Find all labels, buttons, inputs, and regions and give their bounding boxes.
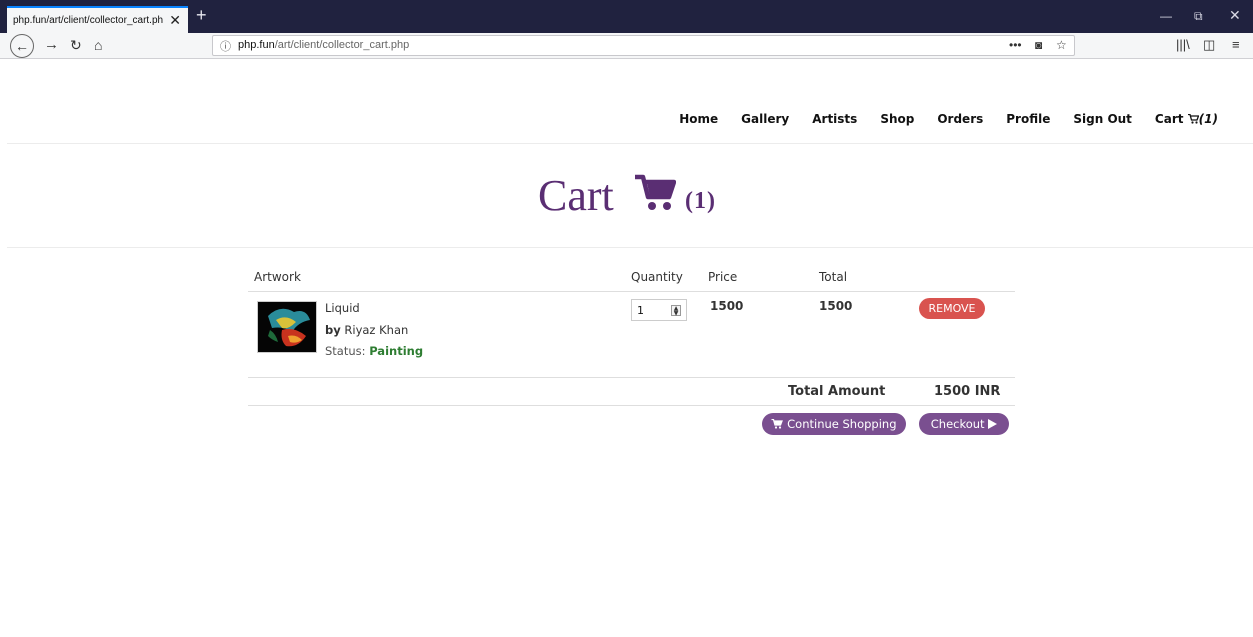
tab-title: php.fun/art/client/collector_cart.ph	[13, 15, 164, 26]
table-divider	[248, 405, 1015, 406]
quantity-value: 1	[637, 304, 644, 317]
header-artwork: Artwork	[254, 270, 301, 284]
cart-icon	[771, 419, 784, 429]
checkout-label: Checkout	[930, 417, 985, 431]
browser-toolbar: ← → ↻ ⌂ ⓘ php.fun/art/client/collector_c…	[0, 33, 1253, 59]
site-nav: Home Gallery Artists Shop Orders Profile…	[679, 112, 1218, 126]
artwork-name[interactable]: Liquid	[325, 301, 360, 315]
nav-cart[interactable]: Cart (1)	[1155, 112, 1218, 126]
quantity-input[interactable]: 1 ▲ ▼	[631, 299, 687, 321]
library-icon[interactable]: |||\	[1176, 37, 1190, 52]
nav-sign-out[interactable]: Sign Out	[1073, 112, 1132, 126]
info-icon[interactable]: ⓘ	[220, 38, 231, 54]
table-divider	[248, 377, 1015, 378]
nav-gallery[interactable]: Gallery	[741, 112, 789, 126]
url-text: php.fun/art/client/collector_cart.php	[238, 39, 410, 51]
nav-shop[interactable]: Shop	[880, 112, 914, 126]
tab-close-icon[interactable]: ✕	[169, 12, 181, 29]
nav-cart-label: Cart	[1154, 112, 1184, 126]
page-title: Cart	[538, 171, 614, 220]
nav-orders[interactable]: Orders	[937, 112, 983, 126]
continue-shopping-label: Continue Shopping	[787, 417, 897, 431]
divider	[7, 247, 1253, 248]
quantity-spinner-icon[interactable]: ▲ ▼	[671, 305, 681, 317]
checkout-button[interactable]: Checkout	[919, 413, 1009, 435]
nav-profile[interactable]: Profile	[1006, 112, 1050, 126]
total-amount-label: Total Amount	[788, 384, 886, 399]
remove-button[interactable]: REMOVE	[919, 298, 985, 319]
minimize-icon[interactable]: —	[1160, 9, 1172, 23]
sidebar-icon[interactable]: ◫	[1203, 37, 1215, 53]
header-total: Total	[819, 270, 848, 284]
more-actions-icon[interactable]: •••	[1009, 38, 1022, 52]
header-price: Price	[708, 270, 738, 284]
nav-artists[interactable]: Artists	[812, 112, 857, 126]
table-divider	[248, 291, 1015, 292]
cart-count: (1)	[685, 188, 716, 214]
cart-header: Cart (1)	[7, 144, 1253, 247]
artwork-image	[258, 302, 316, 352]
forward-icon[interactable]: →	[44, 36, 59, 54]
pocket-icon[interactable]: ◙	[1035, 38, 1042, 52]
artwork-thumbnail[interactable]	[257, 301, 317, 353]
artwork-artist: by Riyaz Khan	[325, 323, 409, 337]
window-close-icon[interactable]: ✕	[1229, 7, 1241, 24]
continue-shopping-button[interactable]: Continue Shopping	[762, 413, 906, 435]
item-total: 1500	[819, 299, 853, 313]
item-price: 1500	[710, 299, 744, 313]
page: Home Gallery Artists Shop Orders Profile…	[7, 60, 1253, 637]
home-icon[interactable]: ⌂	[94, 36, 102, 54]
nav-home[interactable]: Home	[679, 112, 718, 126]
browser-tabbar: php.fun/art/client/collector_cart.ph ✕ +…	[0, 0, 1253, 33]
artwork-status: Status: Painting	[325, 344, 424, 358]
bookmark-star-icon[interactable]: ☆	[1056, 38, 1067, 52]
url-bar[interactable]: ⓘ php.fun/art/client/collector_cart.php …	[212, 35, 1075, 56]
cart-icon	[1187, 114, 1199, 124]
restore-icon[interactable]: ⧉	[1194, 9, 1203, 24]
nav-cart-count: (1)	[1198, 112, 1218, 126]
play-arrow-icon	[988, 419, 998, 429]
menu-icon[interactable]: ≡	[1232, 37, 1240, 52]
back-icon[interactable]: ←	[10, 34, 34, 58]
reload-icon[interactable]: ↻	[70, 36, 82, 54]
total-amount-value: 1500 INR	[934, 384, 1001, 399]
browser-tab[interactable]: php.fun/art/client/collector_cart.ph ✕	[7, 6, 188, 33]
cart-icon	[635, 174, 676, 210]
header-quantity: Quantity	[631, 270, 683, 284]
new-tab-icon[interactable]: +	[196, 6, 207, 24]
